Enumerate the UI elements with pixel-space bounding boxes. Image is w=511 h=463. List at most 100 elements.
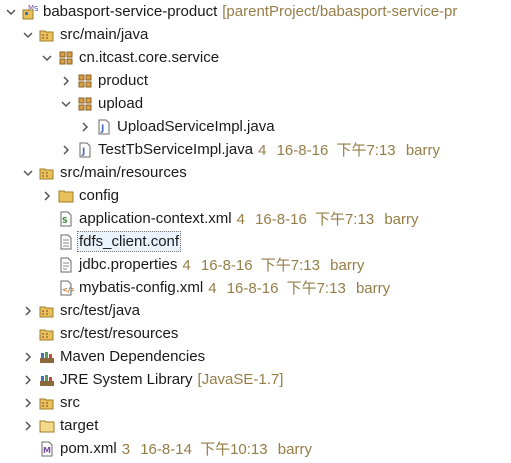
chevron-right-icon[interactable] [22, 345, 34, 368]
tree-row-jre-system-library[interactable]: JRE System Library [JavaSE-1.7] [0, 368, 511, 391]
package-icon [77, 96, 93, 112]
svg-text:J: J [100, 124, 104, 134]
chevron-right-icon[interactable] [22, 299, 34, 322]
svg-text:S: S [34, 5, 38, 13]
chevron-right-icon[interactable] [60, 138, 72, 161]
svn-time: 下午7:13 [260, 257, 320, 274]
tree-row-maven-dependencies[interactable]: Maven Dependencies [0, 345, 511, 368]
svn-date: 16-8-16 [276, 142, 329, 159]
svn-author: barry [405, 142, 441, 159]
svn-author: barry [277, 441, 312, 458]
svn-revision: 4 [208, 280, 217, 297]
project-name: babasport-service-product [43, 3, 218, 20]
tree-row-pom-xml[interactable]: M pom.xml 3 16-8-14 下午10:13 barry [0, 437, 511, 460]
chevron-down-icon[interactable] [22, 23, 34, 46]
svn-date: 16-8-14 [140, 441, 192, 458]
svn-decoration: 4 16-8-16 下午7:13 barry [182, 254, 364, 275]
svg-text:</>: </> [62, 286, 74, 294]
xml-spring-file-icon: S [58, 211, 74, 227]
library-icon [39, 349, 55, 365]
svn-time: 下午7:13 [286, 280, 346, 297]
tree-row-upload-service-impl[interactable]: J UploadServiceImpl.java [0, 115, 511, 138]
chevron-down-icon[interactable] [22, 161, 34, 184]
chevron-right-icon[interactable] [41, 184, 53, 207]
svn-author: barry [330, 257, 365, 274]
library-icon [39, 372, 55, 388]
tree-row-package-service[interactable]: cn.itcast.core.service [0, 46, 511, 69]
tree-row-jdbc-properties[interactable]: jdbc.properties 4 16-8-16 下午7:13 barry [0, 253, 511, 276]
svn-decoration: 3 16-8-14 下午10:13 barry [122, 438, 312, 459]
test-tb-service-impl-label: TestTbServiceImpl.java [98, 141, 254, 158]
tree-row-test-tb-service-impl[interactable]: J TestTbServiceImpl.java 4 16-8-16 下午7:1… [0, 138, 511, 161]
maven-pom-icon: M [39, 441, 55, 457]
src-test-resources-label: src/test/resources [60, 325, 179, 342]
tree-row-config[interactable]: config [0, 184, 511, 207]
tree-row-src-test-resources[interactable]: src/test/resources [0, 322, 511, 345]
svn-date: 16-8-16 [255, 211, 307, 228]
package-upload-label: upload [98, 95, 144, 112]
package-icon [58, 50, 74, 66]
project-explorer-tree: M S babasport-service-product [parentPro… [0, 0, 511, 463]
application-context-label: application-context.xml [79, 210, 232, 227]
java-file-icon: J [96, 119, 112, 135]
tree-row-mybatis-config[interactable]: </> mybatis-config.xml 4 16-8-16 下午7:13 … [0, 276, 511, 299]
folder-icon [58, 188, 74, 204]
source-folder-icon [39, 395, 55, 411]
config-label: config [79, 187, 120, 204]
project-decoration: [parentProject/babasport-service-pr [222, 3, 458, 20]
src-test-java-label: src/test/java [60, 302, 141, 319]
svn-date: 16-8-16 [200, 257, 253, 274]
svn-time: 下午7:13 [314, 211, 375, 228]
pom-xml-label: pom.xml [60, 440, 117, 457]
tree-row-fdfs-client-conf[interactable]: fdfs_client.conf [0, 230, 511, 253]
svn-time: 下午10:13 [200, 441, 268, 458]
svn-revision: 3 [121, 441, 131, 458]
svn-decoration: 4 16-8-16 下午7:13 barry [237, 208, 419, 229]
jre-system-library-label: JRE System Library [60, 371, 193, 388]
svn-decoration: 4 16-8-16 下午7:13 barry [258, 139, 440, 160]
package-service-label: cn.itcast.core.service [79, 49, 220, 66]
chevron-down-icon[interactable] [60, 92, 72, 115]
tree-row-src-main-resources[interactable]: src/main/resources [0, 161, 511, 184]
tree-row-package-upload[interactable]: upload [0, 92, 511, 115]
tree-row-application-context[interactable]: S application-context.xml 4 16-8-16 下午7:… [0, 207, 511, 230]
svg-text:M: M [43, 446, 51, 455]
chevron-right-icon[interactable] [22, 414, 34, 437]
target-label: target [60, 417, 99, 434]
svn-author: barry [384, 211, 419, 228]
tree-row-package-product[interactable]: product [0, 69, 511, 92]
chevron-down-icon[interactable] [41, 46, 53, 69]
svn-revision: 4 [182, 257, 191, 274]
source-folder-icon [39, 165, 55, 181]
chevron-right-icon[interactable] [22, 391, 34, 414]
tree-row-src-main-java[interactable]: src/main/java [0, 23, 511, 46]
text-file-icon [58, 234, 74, 250]
source-folder-icon [39, 303, 55, 319]
svn-author: barry [355, 280, 391, 297]
svn-revision: 4 [236, 211, 245, 228]
mybatis-config-label: mybatis-config.xml [79, 279, 204, 296]
tree-row-target[interactable]: target [0, 414, 511, 437]
svn-decoration: 4 16-8-16 下午7:13 barry [208, 277, 390, 298]
source-folder-icon [39, 27, 55, 43]
svn-revision: 4 [258, 142, 267, 159]
svn-date: 16-8-16 [226, 280, 279, 297]
chevron-right-icon[interactable] [22, 368, 34, 391]
chevron-down-icon[interactable] [5, 0, 17, 23]
svg-text:J: J [81, 147, 85, 157]
tree-row-project[interactable]: M S babasport-service-product [parentPro… [0, 0, 511, 23]
svn-time: 下午7:13 [336, 142, 396, 159]
upload-service-impl-label: UploadServiceImpl.java [117, 118, 275, 135]
chevron-right-icon[interactable] [60, 69, 72, 92]
jdbc-properties-label: jdbc.properties [79, 256, 178, 273]
tree-row-src[interactable]: src [0, 391, 511, 414]
jre-version-decoration: [JavaSE-1.7] [197, 371, 284, 388]
package-product-label: product [98, 72, 149, 89]
chevron-right-icon[interactable] [79, 115, 91, 138]
tree-row-src-test-java[interactable]: src/test/java [0, 299, 511, 322]
